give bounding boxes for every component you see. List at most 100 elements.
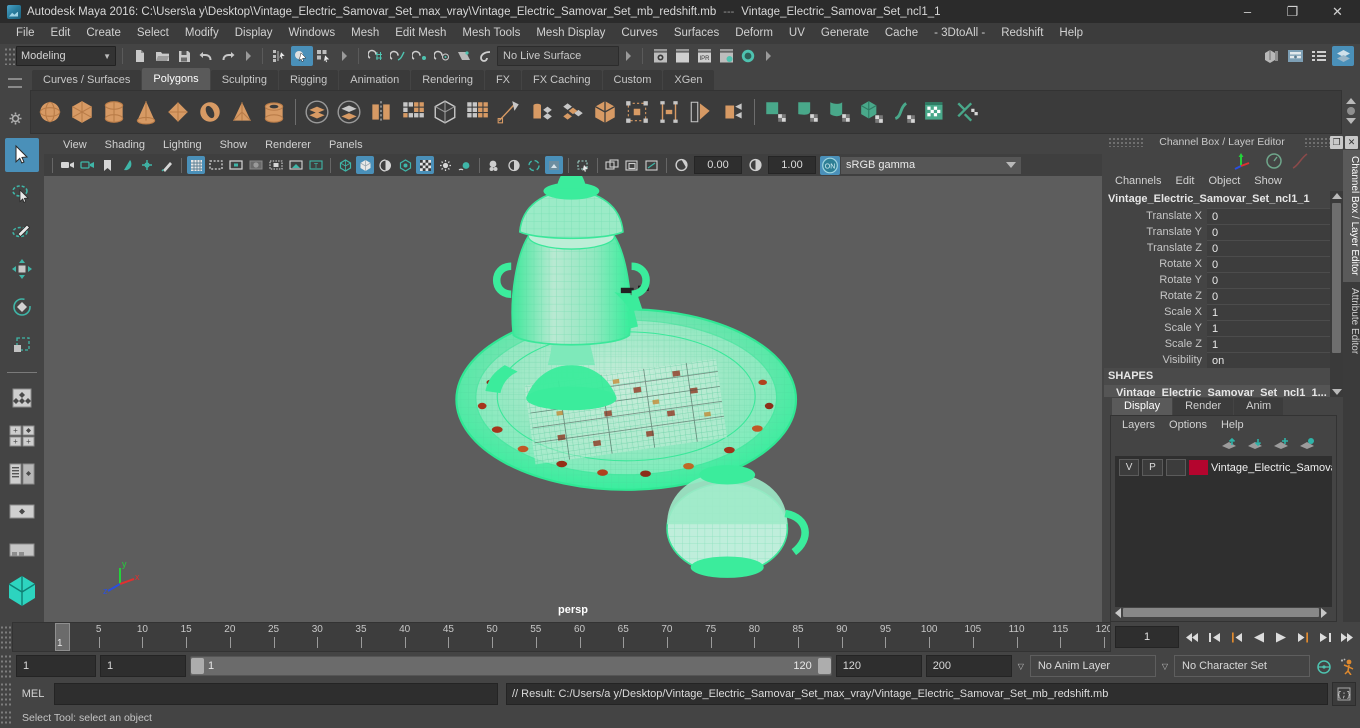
make-live-icon[interactable]: [475, 46, 497, 66]
screen-space-ao-icon[interactable]: [456, 156, 474, 174]
shelf-tab-animation[interactable]: Animation: [339, 70, 411, 90]
shadows-icon[interactable]: [436, 156, 454, 174]
menu-set-selector[interactable]: Modeling ▼: [16, 46, 116, 66]
viewport-menu-show[interactable]: Show: [211, 136, 257, 154]
channel-value[interactable]: 0: [1207, 256, 1330, 272]
status-line-grip[interactable]: [4, 47, 16, 65]
merge-icon[interactable]: [525, 95, 557, 129]
play-backwards-icon[interactable]: [1249, 627, 1268, 647]
tool-settings-icon[interactable]: [1308, 46, 1330, 66]
step-forward-keyframe-icon[interactable]: [1315, 627, 1334, 647]
grease-pencil-icon[interactable]: [158, 156, 176, 174]
play-forwards-icon[interactable]: [1271, 627, 1290, 647]
menu-select[interactable]: Select: [129, 23, 177, 44]
rotate-tool[interactable]: [5, 290, 39, 324]
wireframe-icon[interactable]: [336, 156, 354, 174]
panel-close-icon[interactable]: ✕: [1345, 135, 1358, 149]
exposure-value[interactable]: 0.00: [694, 156, 742, 174]
three-pane-layout-icon[interactable]: [5, 457, 39, 491]
color-management-chevron-down-icon[interactable]: [1001, 156, 1021, 174]
menu-generate[interactable]: Generate: [813, 23, 877, 44]
ipr-render-icon[interactable]: IPR: [693, 46, 715, 66]
persp-outliner-layout-icon[interactable]: [5, 533, 39, 567]
two-d-pan-zoom-icon[interactable]: [138, 156, 156, 174]
menu-uv[interactable]: UV: [781, 23, 813, 44]
snap-curve-icon[interactable]: [387, 46, 409, 66]
dup-layout-c-icon[interactable]: [643, 156, 661, 174]
select-hierarchy-icon[interactable]: [269, 46, 291, 66]
offset-edge-loop-icon[interactable]: [653, 95, 685, 129]
color-management-value[interactable]: sRGB gamma: [841, 156, 1001, 174]
select-object-icon[interactable]: [291, 46, 313, 66]
uv-unfold-icon[interactable]: [888, 95, 920, 129]
smooth-icon[interactable]: [397, 95, 429, 129]
shelf-tab-curves-surfaces[interactable]: Curves / Surfaces: [32, 70, 142, 90]
bookmark-icon[interactable]: [98, 156, 116, 174]
character-set-chevron-down-icon[interactable]: ▽: [1160, 662, 1170, 671]
grid-icon[interactable]: [187, 156, 205, 174]
step-back-keyframe-icon[interactable]: [1205, 627, 1224, 647]
view-transform-toggle-icon[interactable]: ON: [820, 155, 840, 175]
layer-editor-menu-layers[interactable]: Layers: [1115, 416, 1162, 434]
step-forward-frame-icon[interactable]: [1293, 627, 1312, 647]
channel-box-scroll-up-icon[interactable]: [1331, 193, 1342, 199]
menu-curves[interactable]: Curves: [613, 23, 665, 44]
viewport-menu-view[interactable]: View: [54, 136, 96, 154]
separate-icon[interactable]: [333, 95, 365, 129]
shelf-scroll-up-icon[interactable]: [1346, 98, 1356, 104]
menu-display[interactable]: Display: [227, 23, 281, 44]
panel-grip-right[interactable]: [1304, 137, 1330, 147]
exposure-icon[interactable]: [672, 156, 690, 174]
gate-mask-icon[interactable]: [247, 156, 265, 174]
range-handle-left[interactable]: [191, 658, 204, 674]
menu-modify[interactable]: Modify: [177, 23, 227, 44]
snap-projected-center-icon[interactable]: [431, 46, 453, 66]
bevel-icon[interactable]: [429, 95, 461, 129]
range-start-field-2[interactable]: 1: [100, 655, 186, 677]
menu-mesh-tools[interactable]: Mesh Tools: [454, 23, 528, 44]
command-line-grip[interactable]: [0, 682, 12, 706]
uv-layout-icon[interactable]: [920, 95, 952, 129]
shelf-tab-sculpting[interactable]: Sculpting: [210, 70, 278, 90]
bridge-icon[interactable]: [557, 95, 589, 129]
poly-plane-icon[interactable]: [162, 95, 194, 129]
layer-list-horizontal-scrollbar[interactable]: [1115, 607, 1332, 618]
uv-planar-icon[interactable]: [792, 95, 824, 129]
channel-value[interactable]: 0: [1207, 288, 1330, 304]
layer-scroll-left-icon[interactable]: [1115, 607, 1121, 618]
channel-box-scroll-thumb[interactable]: [1332, 203, 1341, 353]
layer-scroll-right-icon[interactable]: [1321, 607, 1332, 618]
vertical-tab-attribute-editor[interactable]: Attribute Editor: [1343, 282, 1360, 360]
layer-color-swatch[interactable]: [1188, 460, 1209, 475]
shelf-tab-rendering[interactable]: Rendering: [411, 70, 484, 90]
uv-automatic-icon[interactable]: [856, 95, 888, 129]
shelf-tab-fx[interactable]: FX: [484, 70, 522, 90]
shelf-tab-rigging[interactable]: Rigging: [278, 70, 339, 90]
new-scene-icon[interactable]: [129, 46, 151, 66]
range-start-field[interactable]: 1: [16, 655, 96, 677]
select-camera-icon[interactable]: [58, 156, 76, 174]
poly-pyramid-icon[interactable]: [226, 95, 258, 129]
shelf-tab-fx-caching[interactable]: FX Caching: [522, 70, 602, 90]
two-pane-layout-icon[interactable]: + + +: [5, 419, 39, 453]
menu-3dtoall[interactable]: - 3DtoAll -: [926, 23, 993, 44]
uv-optimize-icon[interactable]: [952, 95, 984, 129]
menu-deform[interactable]: Deform: [727, 23, 781, 44]
time-slider-grip[interactable]: [0, 625, 12, 649]
poly-torus-icon[interactable]: [194, 95, 226, 129]
quad-draw-icon[interactable]: [717, 95, 749, 129]
snap-view-plane-icon[interactable]: [453, 46, 475, 66]
smooth-shade-all-icon[interactable]: [356, 156, 374, 174]
wedge-icon[interactable]: [685, 95, 717, 129]
menu-help[interactable]: Help: [1051, 23, 1091, 44]
redo-icon[interactable]: [217, 46, 239, 66]
panel-restore-icon[interactable]: ❐: [1330, 135, 1343, 149]
command-input[interactable]: [54, 683, 498, 705]
channel-value[interactable]: 1: [1207, 320, 1330, 336]
shaded-wireframe-icon[interactable]: [376, 156, 394, 174]
dup-layout-b-icon[interactable]: [623, 156, 641, 174]
layer-scroll-thumb[interactable]: [1123, 608, 1319, 617]
shelf-scroll-down-icon[interactable]: [1346, 118, 1356, 124]
menu-create[interactable]: Create: [78, 23, 129, 44]
render-settings-icon[interactable]: [715, 46, 737, 66]
